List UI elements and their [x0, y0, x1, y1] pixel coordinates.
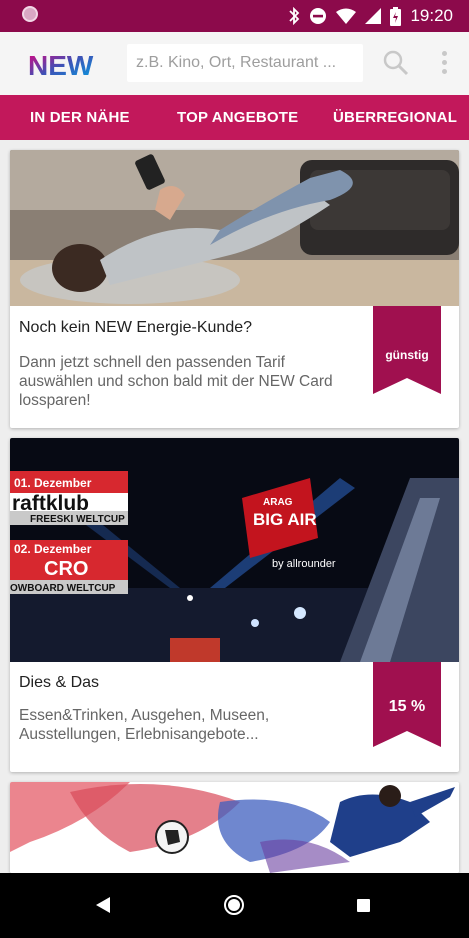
- home-icon[interactable]: [224, 895, 244, 915]
- app-bar: NEW z.B. Kino, Ort, Restaurant ...: [0, 32, 469, 95]
- tab-in-der-naehe[interactable]: IN DER NÄHE: [30, 95, 130, 140]
- tab-top-angebote[interactable]: TOP ANGEBOTE: [177, 95, 298, 140]
- battery-icon: [390, 6, 402, 26]
- overflow-menu-icon[interactable]: [438, 51, 450, 77]
- discount-ribbon: 15 %: [373, 662, 441, 747]
- system-navigation-bar: [0, 873, 469, 938]
- wifi-icon: [336, 8, 357, 24]
- notification-icon: [22, 5, 38, 22]
- card-image-woman-with-phone: [10, 150, 459, 306]
- svg-text:CRO: CRO: [44, 558, 88, 580]
- svg-text:BIG AIR: BIG AIR: [253, 510, 317, 529]
- price-ribbon: günstig: [373, 306, 441, 394]
- back-icon[interactable]: [96, 897, 110, 913]
- notification-area: [22, 5, 38, 27]
- status-bar: 19:20: [0, 0, 469, 32]
- card-title: Noch kein NEW Energie-Kunde?: [19, 319, 253, 336]
- svg-text:NEW: NEW: [28, 50, 94, 80]
- svg-text:ARAG: ARAG: [263, 497, 293, 508]
- offer-card[interactable]: 01. Dezember raftklub FREESKI WELTCUP 02…: [10, 438, 459, 772]
- offer-card[interactable]: Noch kein NEW Energie-Kunde? Dann jetzt …: [10, 150, 459, 428]
- card-description: Essen&Trinken, Ausgehen, Museen, Ausstel…: [19, 707, 270, 743]
- card-image-big-air-event: 01. Dezember raftklub FREESKI WELTCUP 02…: [10, 438, 459, 662]
- offer-card[interactable]: [10, 782, 459, 873]
- recent-apps-icon[interactable]: [357, 899, 370, 912]
- search-icon[interactable]: [383, 50, 409, 76]
- signal-icon: [365, 8, 382, 24]
- new-logo[interactable]: NEW: [28, 50, 112, 80]
- clock: 19:20: [410, 6, 453, 25]
- bluetooth-icon: [289, 7, 300, 25]
- svg-text:OWBOARD WELTCUP: OWBOARD WELTCUP: [10, 583, 116, 594]
- svg-text:raftklub: raftklub: [12, 492, 89, 515]
- tab-ueberregional[interactable]: ÜBERREGIONAL: [333, 95, 457, 140]
- svg-text:by allrounder: by allrounder: [272, 558, 336, 570]
- svg-text:FREESKI WELTCUP: FREESKI WELTCUP: [30, 514, 125, 525]
- status-icons: 19:20: [288, 6, 453, 26]
- card-description: Dann jetzt schnell den passenden Tarif a…: [19, 354, 333, 409]
- svg-text:02. Dezember: 02. Dezember: [14, 542, 92, 556]
- tab-bar: IN DER NÄHE TOP ANGEBOTE ÜBERREGIONAL: [0, 95, 469, 140]
- svg-text:01. Dezember: 01. Dezember: [14, 476, 92, 490]
- card-image-football-splash: [10, 782, 459, 873]
- do-not-disturb-icon: [310, 8, 327, 24]
- card-title: Dies & Das: [19, 674, 100, 691]
- search-input[interactable]: z.B. Kino, Ort, Restaurant ...: [127, 44, 363, 82]
